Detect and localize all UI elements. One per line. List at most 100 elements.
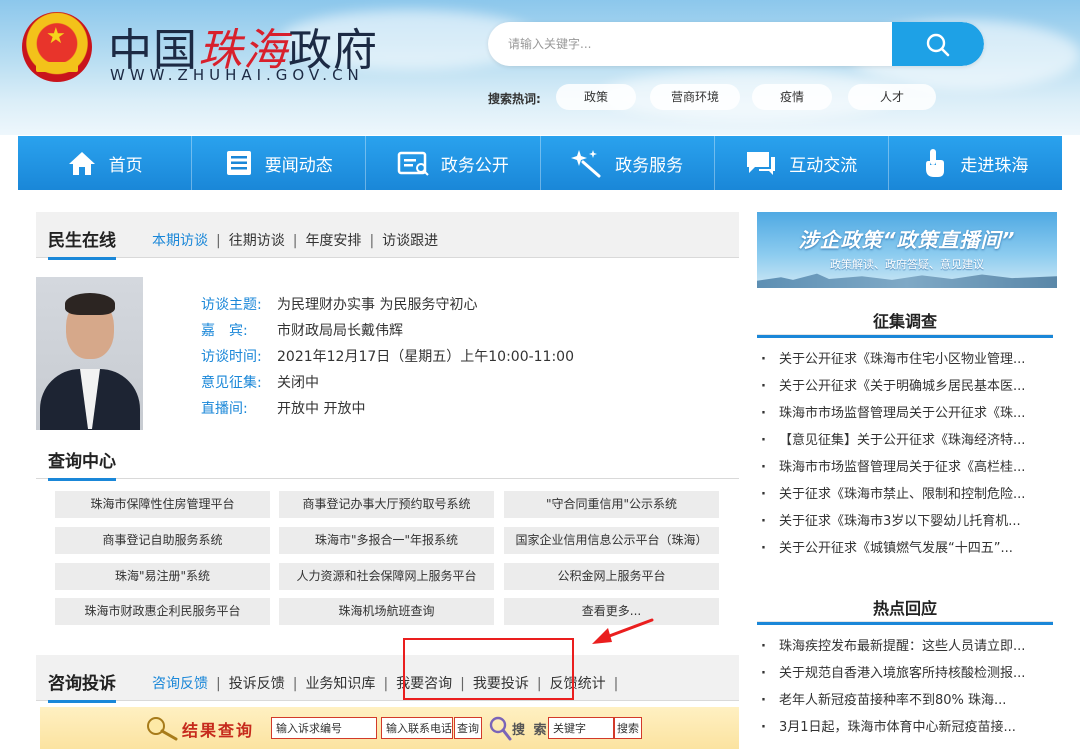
- opinion-status: 关闭中: [277, 375, 319, 391]
- interview-time: 2021年12月17日（星期五）上午10:00-11:00: [277, 349, 575, 365]
- info-key: 访谈主题:: [201, 297, 262, 313]
- nav-item-home[interactable]: 首页: [18, 136, 193, 190]
- result-query-label: 结果查询: [182, 721, 255, 740]
- banner-subtitle: 政策解读、政府答疑、意见建议: [830, 258, 984, 271]
- hot-response-header: 热点回应: [757, 585, 1053, 625]
- list-item[interactable]: 珠海市市场监督管理局关于公开征求《珠...: [761, 400, 1056, 427]
- minsheng-tabs: 本期访谈 | 往期访谈 | 年度安排 | 访谈跟进: [152, 233, 439, 249]
- service-sparkle-icon: [571, 150, 601, 178]
- live-room-status: 开放中 开放中: [277, 401, 366, 417]
- national-emblem-icon: ★: [22, 12, 92, 82]
- interview-info: 访谈主题: 为民理财办实事 为民服务守初心 嘉 宾: 市财政局局长戴伟辉 访谈时间:…: [201, 292, 574, 422]
- policy-live-banner[interactable]: 涉企政策“政策直播间” 政策解读、政府答疑、意见建议: [757, 212, 1057, 288]
- survey-list: 关于公开征求《珠海市住宅小区物业管理... 关于公开征求《关于明确城乡居民基本医…: [761, 346, 1056, 562]
- site-header: ★ 中国珠海政府 WWW.ZHUHAI.GOV.CN 搜索热词: 政策 营商环境…: [0, 0, 1080, 135]
- complaint-section-header: 咨询投诉 咨询反馈 | 投诉反馈 | 业务知识库 | 我要咨询 | 我要投诉 | 反馈统计 |: [36, 655, 739, 703]
- minsheng-section-header: 民生在线 本期访谈 | 往期访谈 | 年度安排 | 访谈跟进: [36, 212, 739, 260]
- nav-item-interaction[interactable]: 互动交流: [715, 136, 889, 190]
- list-item[interactable]: 关于征求《珠海市禁止、限制和控制危险...: [761, 481, 1056, 508]
- list-item[interactable]: 关于公开征求《关于明确城乡居民基本医...: [761, 373, 1056, 400]
- query-link[interactable]: 珠海机场航班查询: [279, 598, 494, 625]
- nav-item-about-zhuhai[interactable]: 走进珠海: [889, 136, 1062, 190]
- home-icon: [68, 152, 95, 175]
- annotation-arrow-icon: [592, 618, 654, 644]
- nav-label: 互动交流: [789, 155, 858, 176]
- list-item[interactable]: 珠海疾控发布最新提醒：这些人员请立即...: [761, 633, 1056, 660]
- query-link[interactable]: 国家企业信用信息公示平台（珠海）: [504, 527, 719, 554]
- magnifier-icon: [147, 717, 178, 741]
- query-section-header: 查询中心: [36, 433, 739, 481]
- nav-item-services[interactable]: 政务服务: [541, 136, 715, 190]
- nav-label: 政务公开: [440, 155, 509, 176]
- query-link[interactable]: "守合同重信用"公示系统: [504, 491, 719, 518]
- tab-knowledge-base[interactable]: 业务知识库: [305, 676, 375, 692]
- survey-header: 征集调查: [757, 298, 1053, 338]
- info-key: 访谈时间:: [201, 349, 262, 365]
- city-skyline-decoration: [757, 273, 1057, 288]
- search-button[interactable]: [892, 22, 984, 66]
- list-item[interactable]: 【意见征集】关于公开征求《珠海经济特...: [761, 427, 1056, 454]
- key-search-icon: [489, 716, 512, 741]
- tab-complaint-feedback[interactable]: 投诉反馈: [229, 676, 285, 692]
- keyword-search-button[interactable]: 搜索: [614, 717, 642, 739]
- hot-words-label: 搜索热词:: [488, 92, 541, 106]
- tab-separator: |: [613, 676, 619, 692]
- search-input[interactable]: [488, 22, 892, 66]
- query-link[interactable]: 珠海市财政惠企利民服务平台: [55, 598, 270, 625]
- survey-title: 征集调查: [872, 312, 937, 331]
- nav-item-news[interactable]: 要闻动态: [192, 136, 367, 190]
- contact-phone-input[interactable]: [381, 717, 453, 739]
- list-item[interactable]: 珠海市市场监督管理局关于征求《高栏桂...: [761, 454, 1056, 481]
- nav-item-public-info[interactable]: 政务公开: [366, 136, 541, 190]
- tab-annual-schedule[interactable]: 年度安排: [305, 233, 361, 249]
- complaint-title: 咨询投诉: [48, 669, 116, 703]
- main-nav: 首页 要闻动态 政务公开 政务服务 互动交流 走进珠海: [18, 136, 1062, 190]
- complaint-number-input[interactable]: [271, 717, 377, 739]
- keyword-search-label: 搜 索: [512, 723, 549, 738]
- logo-url: WWW.ZHUHAI.GOV.CN: [110, 66, 364, 84]
- minsheng-title: 民生在线: [48, 226, 116, 260]
- list-item[interactable]: 关于征求《珠海市3岁以下婴幼儿托育机...: [761, 508, 1056, 535]
- tab-consult-feedback[interactable]: 咨询反馈: [152, 676, 208, 692]
- tab-interview-followup[interactable]: 访谈跟进: [382, 233, 438, 249]
- public-info-icon: [397, 151, 429, 176]
- query-link[interactable]: 人力资源和社会保障网上服务平台: [279, 563, 494, 590]
- list-item[interactable]: 关于公开征求《城镇燃气发展“十四五”...: [761, 535, 1056, 562]
- tab-current-interview[interactable]: 本期访谈: [152, 233, 208, 249]
- search-icon: [926, 33, 950, 57]
- hot-tag[interactable]: 疫情: [752, 84, 832, 110]
- news-list-icon: [226, 151, 251, 175]
- nav-label: 政务服务: [615, 155, 684, 176]
- list-item[interactable]: 3月1日起，珠海市体育中心新冠疫苗接...: [761, 714, 1056, 741]
- list-item[interactable]: 老年人新冠疫苗接种率不到80% 珠海...: [761, 687, 1056, 714]
- info-key: 直播间:: [201, 401, 248, 417]
- search-box: [488, 22, 984, 66]
- chat-icon: [747, 152, 776, 175]
- hot-tag[interactable]: 营商环境: [650, 84, 740, 110]
- query-link[interactable]: 珠海市保障性住房管理平台: [55, 491, 270, 518]
- query-link[interactable]: 公积金网上服务平台: [504, 563, 719, 590]
- highlight-annotation-box: [403, 638, 574, 700]
- hot-response-title: 热点回应: [872, 599, 937, 618]
- hot-tag[interactable]: 政策: [556, 84, 636, 110]
- banner-title: 涉企政策“政策直播间”: [798, 228, 1016, 252]
- interview-guest: 市财政局局长戴伟辉: [277, 323, 403, 339]
- query-title: 查询中心: [48, 447, 116, 481]
- query-link[interactable]: 珠海市"多报合一"年报系统: [279, 527, 494, 554]
- pointer-hand-icon: [926, 149, 945, 177]
- list-item[interactable]: 关于公开征求《珠海市住宅小区物业管理...: [761, 346, 1056, 373]
- nav-label: 首页: [108, 155, 143, 176]
- query-link[interactable]: 商事登记自助服务系统: [55, 527, 270, 554]
- keyword-input[interactable]: [548, 717, 614, 739]
- info-key: 意见征集:: [201, 375, 262, 391]
- result-query-button[interactable]: 查询: [454, 717, 482, 739]
- tab-past-interviews[interactable]: 往期访谈: [229, 233, 285, 249]
- result-query-bar: 结果查询 查询 搜 索 搜索: [40, 707, 739, 749]
- nav-label: 走进珠海: [960, 155, 1029, 176]
- query-link[interactable]: 珠海"易注册"系统: [55, 563, 270, 590]
- info-key: 嘉 宾:: [201, 323, 248, 339]
- list-item[interactable]: 关于规范自香港入境旅客所持核酸检测报...: [761, 660, 1056, 687]
- query-link[interactable]: 商事登记办事大厅预约取号系统: [279, 491, 494, 518]
- nav-label: 要闻动态: [264, 155, 333, 176]
- hot-tag[interactable]: 人才: [848, 84, 936, 110]
